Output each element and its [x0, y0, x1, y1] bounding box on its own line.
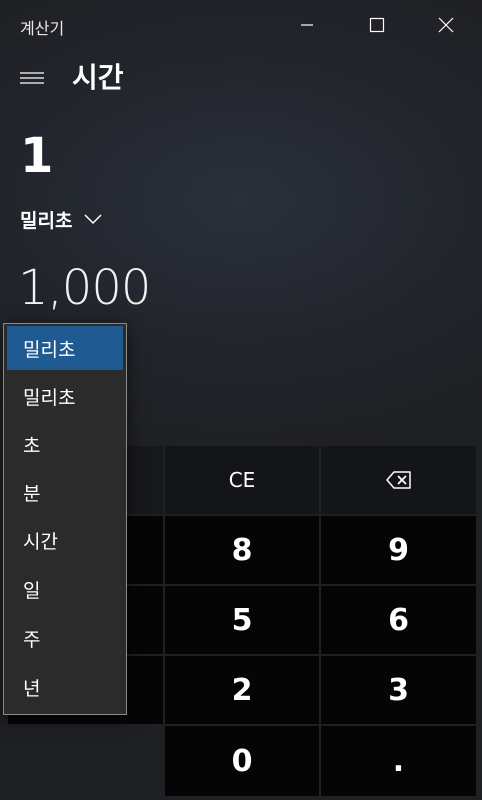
- dropdown-item-minutes[interactable]: 분: [7, 470, 123, 514]
- close-icon: [438, 17, 454, 33]
- key-0[interactable]: 0: [165, 726, 319, 796]
- menu-button[interactable]: [16, 60, 48, 96]
- from-unit-selector[interactable]: 밀리초: [20, 204, 102, 234]
- key-2[interactable]: 2: [165, 656, 319, 724]
- dropdown-item-hours[interactable]: 시간: [7, 518, 123, 562]
- page-title: 시간: [72, 61, 124, 94]
- to-value-display[interactable]: 1,000: [18, 258, 151, 318]
- minimize-button[interactable]: [272, 0, 342, 50]
- dropdown-item-weeks[interactable]: 주: [7, 616, 123, 660]
- dropdown-item-milliseconds[interactable]: 밀리초: [7, 374, 123, 418]
- from-value-display[interactable]: 1: [20, 126, 53, 186]
- app-title: 계산기: [20, 19, 65, 38]
- key-8[interactable]: 8: [165, 516, 319, 584]
- title-bar: 계산기: [0, 0, 482, 50]
- hamburger-icon: [20, 72, 44, 84]
- maximize-button[interactable]: [342, 0, 412, 50]
- key-6[interactable]: 6: [321, 586, 476, 654]
- dropdown-item-days[interactable]: 일: [7, 567, 123, 611]
- backspace-icon: [385, 471, 411, 489]
- from-unit-label: 밀리초: [20, 209, 73, 232]
- dropdown-item-years[interactable]: 년: [7, 665, 123, 709]
- unit-dropdown-list: 밀리초 밀리초 초 분 시간 일 주 년: [3, 323, 127, 715]
- backspace-button[interactable]: [321, 446, 476, 514]
- dropdown-item-seconds[interactable]: 초: [7, 422, 123, 466]
- key-3[interactable]: 3: [321, 656, 476, 724]
- maximize-icon: [369, 17, 385, 33]
- key-empty-bottom-left: [8, 726, 163, 796]
- app-header: 시간: [0, 56, 482, 102]
- dropdown-item-selected[interactable]: 밀리초: [7, 326, 123, 370]
- minimize-icon: [301, 24, 313, 26]
- ce-button[interactable]: CE: [165, 446, 319, 514]
- chevron-down-icon: [84, 213, 102, 225]
- key-5[interactable]: 5: [165, 586, 319, 654]
- key-9[interactable]: 9: [321, 516, 476, 584]
- close-button[interactable]: [411, 0, 481, 50]
- decimal-button[interactable]: .: [321, 726, 476, 796]
